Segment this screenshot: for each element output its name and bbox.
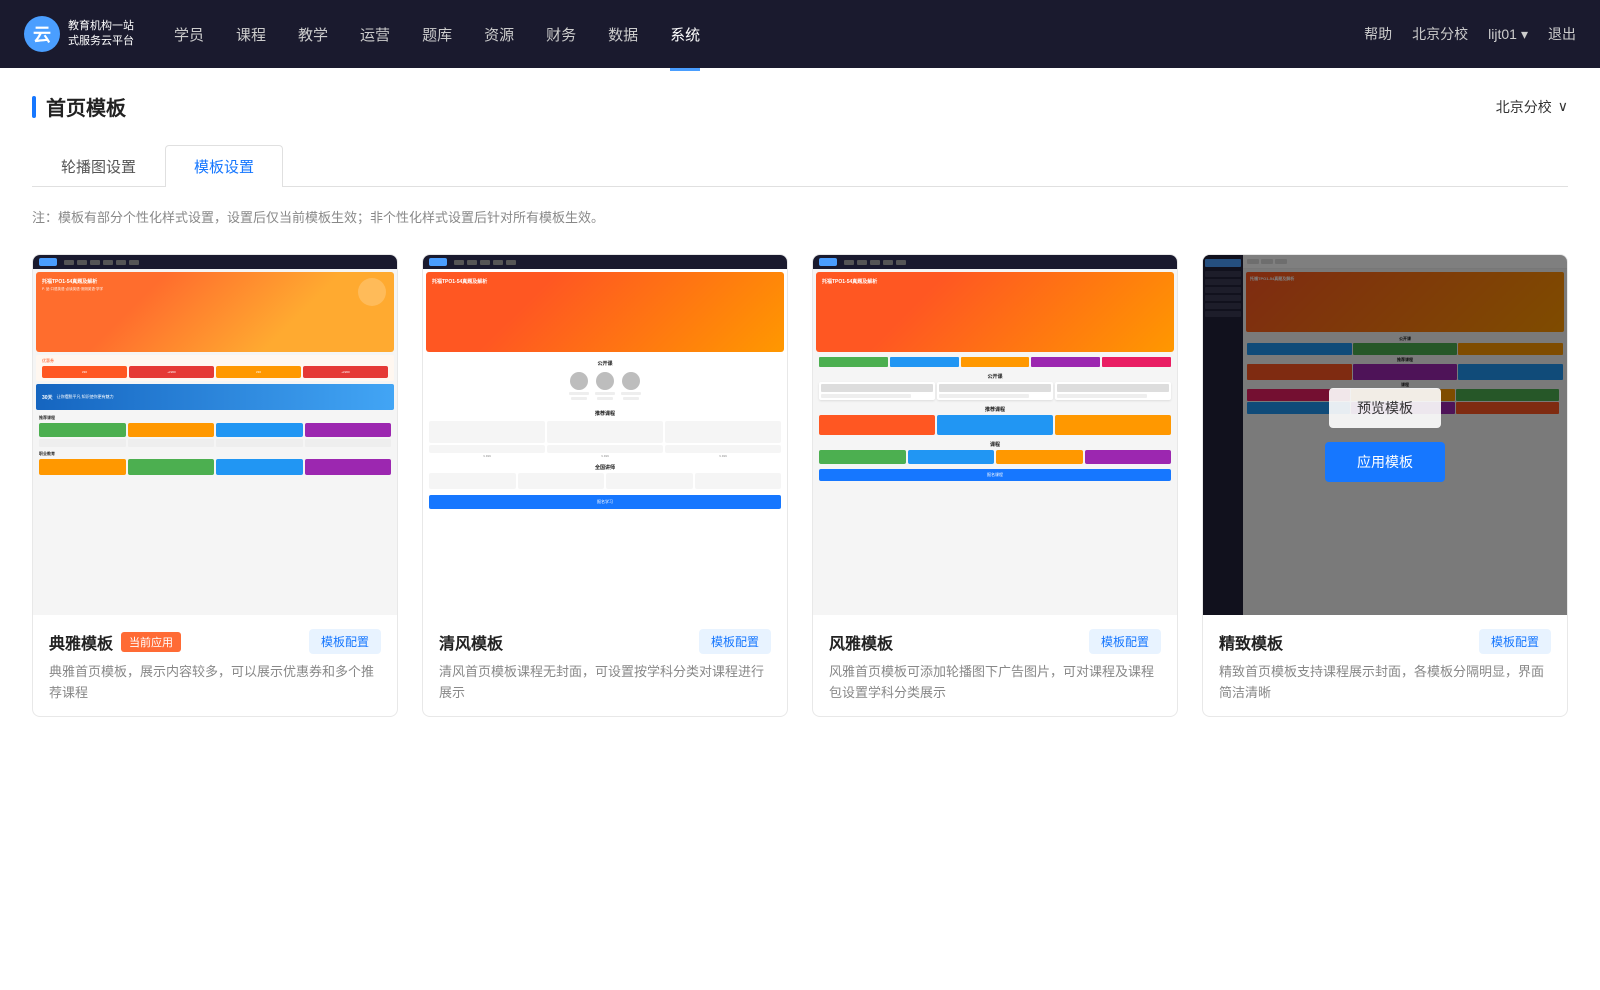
tab-template[interactable]: 模板设置 [165, 145, 283, 187]
branch-label: 北京分校 [1496, 97, 1552, 117]
template-desc-jingzhi: 精致首页模板支持课程展示封面，各模板分隔明显，界面简洁清晰 [1219, 662, 1551, 704]
template-preview-fengya: 托福TPO1-54真题及解析 公开课 [813, 255, 1177, 615]
template-grid: 托福TPO1-54真题及解析 P. 品·口语英语·点读英语·测测英语·学学 优惠… [32, 254, 1568, 717]
template-name-qingfeng: 清风模板 [439, 630, 503, 654]
nav-item-jiaoxue[interactable]: 教学 [298, 20, 328, 49]
navbar: 云 教育机构一站 式服务云平台 学员 课程 教学 运营 题库 资源 财务 数据 … [0, 0, 1600, 68]
nav-logout[interactable]: 退出 [1548, 24, 1576, 44]
template-name-jingzhi: 精致模板 [1219, 630, 1283, 654]
template-preview-jingzhi: 托福TPO1-54真题及解析 公开课 [1203, 255, 1567, 615]
template-name-wrap-dianye: 典雅模板 当前应用 [49, 630, 181, 654]
template-name-row-fengya: 风雅模板 模板配置 [829, 629, 1161, 654]
template-name-fengya: 风雅模板 [829, 630, 893, 654]
template-name-row-qingfeng: 清风模板 模板配置 [439, 629, 771, 654]
template-footer-qingfeng: 清风模板 模板配置 清风首页模板课程无封面，可设置按学科分类对课程进行展示 [423, 615, 787, 716]
template-preview-qingfeng: 托福TPO1-54真题及解析 公开课 [423, 255, 787, 615]
nav-item-kecheng[interactable]: 课程 [236, 20, 266, 49]
branch-selector[interactable]: 北京分校 ∨ [1496, 97, 1568, 117]
config-btn-dianye[interactable]: 模板配置 [309, 629, 381, 654]
template-desc-qingfeng: 清风首页模板课程无封面，可设置按学科分类对课程进行展示 [439, 662, 771, 704]
nav-branch[interactable]: 北京分校 [1412, 24, 1468, 44]
template-card-qingfeng[interactable]: 托福TPO1-54真题及解析 公开课 [422, 254, 788, 717]
apply-btn-dianye[interactable]: 应用模板 [155, 442, 275, 482]
nav-item-shuju[interactable]: 数据 [608, 20, 638, 49]
apply-btn-jingzhi[interactable]: 应用模板 [1325, 442, 1445, 482]
template-desc-dianye: 典雅首页模板，展示内容较多，可以展示优惠券和多个推荐课程 [49, 662, 381, 704]
page-title-bar [32, 96, 36, 118]
config-btn-jingzhi[interactable]: 模板配置 [1479, 629, 1551, 654]
logo[interactable]: 云 教育机构一站 式服务云平台 [24, 16, 134, 52]
nav-right: 帮助 北京分校 lijt01 ▾ 退出 [1364, 24, 1576, 44]
tabs: 轮播图设置 模板设置 [32, 145, 1568, 187]
config-btn-fengya[interactable]: 模板配置 [1089, 629, 1161, 654]
badge-current-dianye: 当前应用 [121, 632, 181, 652]
preview-btn-dianye[interactable]: 预览模板 [159, 388, 271, 428]
page-title: 首页模板 [46, 92, 126, 121]
note: 注：模板有部分个性化样式设置，设置后仅当前模板生效；非个性化样式设置后针对所有模… [32, 207, 1568, 226]
template-footer-fengya: 风雅模板 模板配置 风雅首页模板可添加轮播图下广告图片，可对课程及课程包设置学科… [813, 615, 1177, 716]
nav-item-caiwu[interactable]: 财务 [546, 20, 576, 49]
branch-chevron-icon: ∨ [1558, 98, 1568, 115]
template-footer-dianye: 典雅模板 当前应用 模板配置 典雅首页模板，展示内容较多，可以展示优惠券和多个推… [33, 615, 397, 716]
nav-user[interactable]: lijt01 ▾ [1488, 26, 1528, 43]
nav-item-ziyuan[interactable]: 资源 [484, 20, 514, 49]
preview-btn-jingzhi[interactable]: 预览模板 [1329, 388, 1441, 428]
nav-help[interactable]: 帮助 [1364, 24, 1392, 44]
apply-btn-fengya[interactable]: 应用模板 [935, 442, 1055, 482]
template-preview-dianye: 托福TPO1-54真题及解析 P. 品·口语英语·点读英语·测测英语·学学 优惠… [33, 255, 397, 615]
template-desc-fengya: 风雅首页模板可添加轮播图下广告图片，可对课程及课程包设置学科分类展示 [829, 662, 1161, 704]
template-name-row-jingzhi: 精致模板 模板配置 [1219, 629, 1551, 654]
apply-btn-qingfeng[interactable]: 应用模板 [545, 442, 665, 482]
logo-text: 教育机构一站 式服务云平台 [68, 19, 134, 50]
config-btn-qingfeng[interactable]: 模板配置 [699, 629, 771, 654]
nav-item-xueyuan[interactable]: 学员 [174, 20, 204, 49]
nav-item-yunying[interactable]: 运营 [360, 20, 390, 49]
logo-icon: 云 [24, 16, 60, 52]
page-content: 首页模板 北京分校 ∨ 轮播图设置 模板设置 注：模板有部分个性化样式设置，设置… [0, 68, 1600, 990]
template-name-dianye: 典雅模板 [49, 630, 113, 654]
template-name-row-dianye: 典雅模板 当前应用 模板配置 [49, 629, 381, 654]
template-card-jingzhi[interactable]: 托福TPO1-54真题及解析 公开课 [1202, 254, 1568, 717]
template-footer-jingzhi: 精致模板 模板配置 精致首页模板支持课程展示封面，各模板分隔明显，界面简洁清晰 [1203, 615, 1567, 716]
nav-item-tiku[interactable]: 题库 [422, 20, 452, 49]
preview-btn-fengya[interactable]: 预览模板 [939, 388, 1051, 428]
template-name-wrap-jingzhi: 精致模板 [1219, 630, 1283, 654]
template-card-dianye[interactable]: 托福TPO1-54真题及解析 P. 品·口语英语·点读英语·测测英语·学学 优惠… [32, 254, 398, 717]
template-name-wrap-qingfeng: 清风模板 [439, 630, 503, 654]
template-card-fengya[interactable]: 托福TPO1-54真题及解析 公开课 [812, 254, 1178, 717]
nav-items: 学员 课程 教学 运营 题库 资源 财务 数据 系统 [174, 20, 1364, 49]
chevron-down-icon: ▾ [1521, 26, 1528, 43]
template-name-wrap-fengya: 风雅模板 [829, 630, 893, 654]
page-header: 首页模板 北京分校 ∨ [32, 92, 1568, 121]
nav-item-xitong[interactable]: 系统 [670, 20, 700, 49]
tab-carousel[interactable]: 轮播图设置 [32, 145, 165, 187]
page-title-wrap: 首页模板 [32, 92, 126, 121]
preview-btn-qingfeng[interactable]: 预览模板 [549, 388, 661, 428]
